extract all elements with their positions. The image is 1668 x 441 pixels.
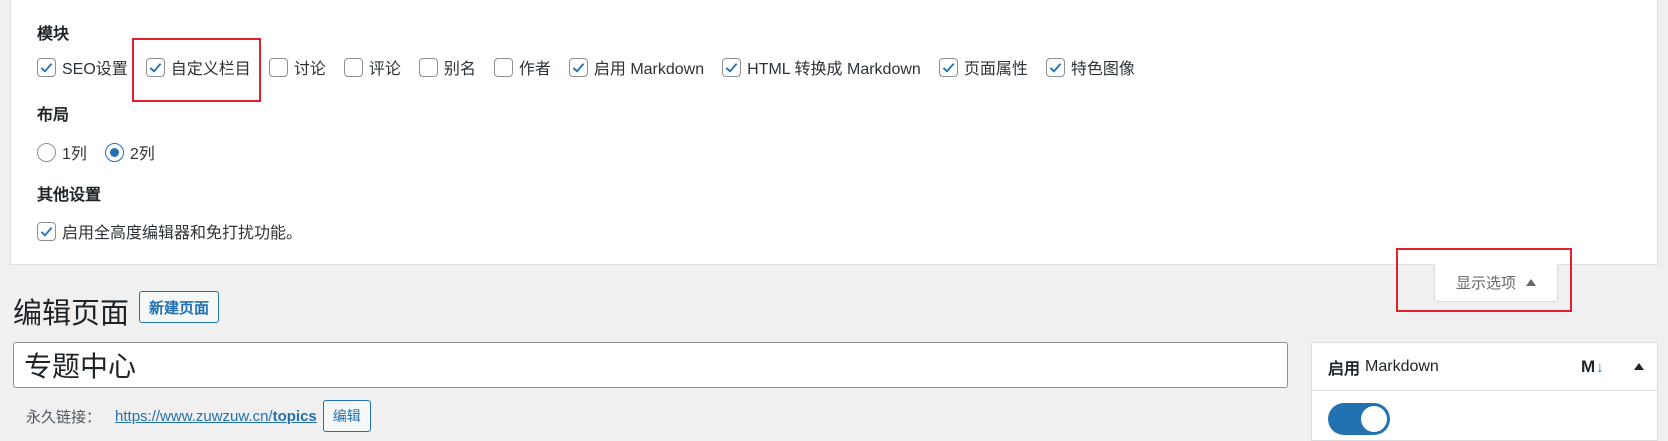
- markdown-logo-arrow: ↓: [1596, 358, 1604, 376]
- permalink-slug: topics: [272, 407, 317, 425]
- module-label: 评论: [368, 61, 401, 78]
- checkbox-icon[interactable]: [938, 57, 958, 77]
- checkbox-icon[interactable]: [722, 57, 742, 77]
- collapse-caret-icon[interactable]: [1634, 363, 1644, 370]
- layout-1col-radio[interactable]: 1列: [37, 140, 87, 164]
- permalink-label: 永久链接：: [26, 408, 102, 426]
- post-title-input[interactable]: 专题中心: [13, 342, 1288, 388]
- module-seo-checkbox[interactable]: SEO设置: [37, 55, 128, 79]
- checkbox-icon[interactable]: [493, 57, 513, 77]
- other-settings-title: 其他设置: [37, 187, 102, 204]
- module-discussion-checkbox[interactable]: 讨论: [268, 55, 326, 79]
- radio-selected-icon[interactable]: [104, 142, 124, 162]
- module-featured-image-checkbox[interactable]: 特色图像: [1045, 55, 1135, 79]
- module-label: 讨论: [293, 61, 326, 78]
- layout-label: 1列: [62, 146, 87, 163]
- module-author-checkbox[interactable]: 作者: [493, 55, 551, 79]
- checkbox-icon[interactable]: [568, 57, 588, 77]
- module-label: SEO设置: [62, 61, 128, 78]
- module-label: 页面属性: [963, 61, 1028, 78]
- fullheight-editor-label: 启用全高度编辑器和免打扰功能。: [62, 225, 303, 242]
- markdown-enable-toggle[interactable]: [1328, 403, 1390, 435]
- module-label: 别名: [443, 61, 476, 78]
- markdown-title-rest: Markdown: [1365, 357, 1439, 375]
- edit-permalink-button[interactable]: 编辑: [322, 400, 371, 432]
- page-title: 编辑页面: [13, 298, 130, 330]
- markdown-logo-m: M: [1581, 357, 1596, 376]
- layout-2col-radio[interactable]: 2列: [104, 140, 155, 164]
- highlight-box-custom-fields: [132, 38, 261, 102]
- layout-row: 1列 2列: [37, 140, 173, 164]
- fullheight-editor-checkbox[interactable]: 启用全高度编辑器和免打扰功能。: [37, 219, 302, 243]
- checkbox-icon[interactable]: [37, 221, 56, 241]
- permalink-row: 永久链接： https://www.zuwzuw.cn/topics 编辑: [26, 400, 371, 432]
- module-markdown-checkbox[interactable]: 启用 Markdown: [568, 55, 705, 79]
- module-label: HTML 转换成 Markdown: [747, 61, 921, 78]
- module-page-attributes-checkbox[interactable]: 页面属性: [938, 55, 1028, 79]
- module-comments-checkbox[interactable]: 评论: [343, 55, 401, 79]
- layout-label: 2列: [129, 146, 155, 163]
- checkbox-icon[interactable]: [268, 57, 288, 77]
- radio-icon[interactable]: [37, 142, 56, 162]
- module-label: 特色图像: [1070, 61, 1135, 78]
- checkbox-icon[interactable]: [418, 57, 438, 77]
- other-settings-row: 启用全高度编辑器和免打扰功能。: [37, 219, 320, 243]
- markdown-metabox-header[interactable]: 启用 Markdown: [1312, 343, 1657, 391]
- module-label: 作者: [518, 61, 551, 78]
- highlight-box-screen-options: [1396, 248, 1572, 312]
- markdown-logo-icon: M ↓: [1581, 357, 1604, 377]
- checkbox-icon[interactable]: [1045, 57, 1065, 77]
- module-label: 启用 Markdown: [593, 61, 705, 78]
- modules-title: 模块: [37, 26, 70, 43]
- permalink-base: https://www.zuwzuw.cn/: [115, 407, 273, 425]
- markdown-metabox: 启用 Markdown M ↓: [1311, 342, 1658, 441]
- checkbox-icon[interactable]: [37, 57, 56, 77]
- layout-title: 布局: [37, 107, 70, 124]
- module-slug-checkbox[interactable]: 别名: [418, 55, 476, 79]
- markdown-title-bold: 启用: [1328, 360, 1361, 378]
- add-new-page-button[interactable]: 新建页面: [139, 291, 220, 323]
- permalink-link[interactable]: https://www.zuwzuw.cn/topics: [115, 408, 317, 425]
- checkbox-icon[interactable]: [343, 57, 363, 77]
- module-html-to-markdown-checkbox[interactable]: HTML 转换成 Markdown: [722, 55, 921, 79]
